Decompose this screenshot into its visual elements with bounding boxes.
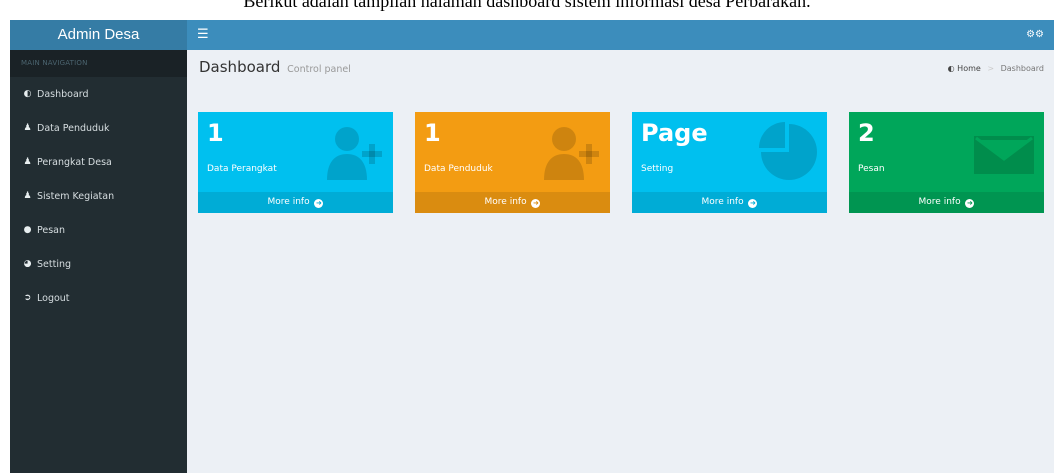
page-subtitle: Control panel xyxy=(287,64,351,75)
users-icon: ♟ xyxy=(23,191,32,201)
sidebar-item-data-penduduk[interactable]: ♟ Data Penduduk xyxy=(10,111,187,145)
more-info-link[interactable]: More info ➜ xyxy=(198,192,393,213)
gears-icon: ⚙⚙ xyxy=(1026,29,1044,40)
settings-button[interactable]: ⚙⚙ xyxy=(1026,20,1044,50)
top-navbar: ☰ ⚙⚙ xyxy=(187,20,1054,50)
comments-icon: ● xyxy=(23,225,32,235)
dashboard-icon: ◐ xyxy=(23,89,32,99)
sidebar-item-perangkat-desa[interactable]: ♟ Perangkat Desa xyxy=(10,145,187,179)
arrow-circle-right-icon: ➜ xyxy=(531,199,541,208)
page-title: Dashboard Control panel xyxy=(199,58,351,76)
arrow-circle-right-icon: ➜ xyxy=(965,199,975,208)
main-content: Dashboard Control panel ◐ Home > Dashboa… xyxy=(187,50,1054,473)
breadcrumb: ◐ Home > Dashboard xyxy=(948,64,1044,73)
sidebar-item-setting[interactable]: ◕ Setting xyxy=(10,247,187,281)
sidebar-item-sistem-kegiatan[interactable]: ♟ Sistem Kegiatan xyxy=(10,179,187,213)
sidebar-item-label: Dashboard xyxy=(37,88,89,100)
sidebar-item-label: Setting xyxy=(37,258,72,270)
user-plus-icon xyxy=(327,127,382,180)
stat-box-pesan: 2 Pesan More info ➜ xyxy=(849,112,1044,213)
stat-box-data-perangkat: 1 Data Perangkat More info ➜ xyxy=(198,112,393,213)
stat-number: Page xyxy=(641,119,708,147)
stat-box-data-penduduk: 1 Data Penduduk More info ➜ xyxy=(415,112,610,213)
sidebar-item-label: Data Penduduk xyxy=(37,122,110,134)
users-icon: ♟ xyxy=(23,157,32,167)
admin-dashboard: Admin Desa ☰ ⚙⚙ MAIN NAVIGATION ◐ Dashbo… xyxy=(10,20,1054,473)
bars-icon: ☰ xyxy=(197,27,209,42)
more-info-link[interactable]: More info ➜ xyxy=(632,192,827,213)
more-info-link[interactable]: More info ➜ xyxy=(415,192,610,213)
page-caption: Berikut adalah tampilan halaman dashboar… xyxy=(0,0,1054,20)
sidebar-item-logout[interactable]: ➲ Logout xyxy=(10,281,187,315)
sidebar-item-label: Sistem Kegiatan xyxy=(37,190,115,202)
sidebar-item-label: Logout xyxy=(37,292,70,304)
arrow-circle-right-icon: ➜ xyxy=(748,199,758,208)
users-icon: ♟ xyxy=(23,123,32,133)
arrow-circle-right-icon: ➜ xyxy=(314,199,324,208)
pie-chart-icon: ◕ xyxy=(23,259,32,269)
stat-label: Data Penduduk xyxy=(424,164,493,174)
breadcrumb-home-link[interactable]: Home xyxy=(957,64,981,73)
stat-number: 1 xyxy=(424,119,441,147)
dashboard-icon: ◐ xyxy=(947,64,955,73)
stat-box-setting: Page Setting More info ➜ xyxy=(632,112,827,213)
stat-label: Setting xyxy=(641,164,674,174)
pie-chart-icon xyxy=(759,122,817,180)
sidebar-item-dashboard[interactable]: ◐ Dashboard xyxy=(10,77,187,111)
envelope-icon xyxy=(974,136,1034,174)
sidebar-item-label: Pesan xyxy=(37,224,66,236)
sidebar-item-label: Perangkat Desa xyxy=(37,156,112,168)
breadcrumb-separator: > xyxy=(987,64,995,73)
more-info-link[interactable]: More info ➜ xyxy=(849,192,1044,213)
stat-number: 1 xyxy=(207,119,224,147)
stat-number: 2 xyxy=(858,119,875,147)
sidebar-header: MAIN NAVIGATION xyxy=(10,50,187,77)
sign-out-icon: ➲ xyxy=(23,293,32,303)
sidebar-toggle-button[interactable]: ☰ xyxy=(197,20,209,50)
stat-label: Data Perangkat xyxy=(207,164,277,174)
brand-logo[interactable]: Admin Desa xyxy=(10,20,187,50)
user-plus-icon xyxy=(544,127,599,180)
sidebar: MAIN NAVIGATION ◐ Dashboard ♟ Data Pendu… xyxy=(10,50,187,473)
stat-label: Pesan xyxy=(858,164,885,174)
sidebar-item-pesan[interactable]: ● Pesan xyxy=(10,213,187,247)
breadcrumb-current: Dashboard xyxy=(1000,64,1044,73)
